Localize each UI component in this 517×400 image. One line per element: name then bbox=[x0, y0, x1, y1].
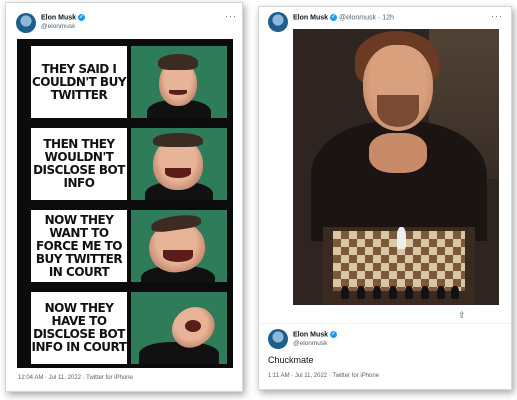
share-icon[interactable]: ⇪ bbox=[458, 310, 466, 321]
divider bbox=[259, 323, 511, 324]
author-handle[interactable]: @elonmusk bbox=[41, 23, 75, 30]
meme-panel-text: NOW THEY WANT TO FORCE ME TO BUY TWITTER… bbox=[31, 210, 127, 282]
tweet-timestamp[interactable]: 12:04 AM · Jul 11, 2022 · Twitter for iP… bbox=[18, 375, 133, 381]
chuck-norris-chess-photo[interactable] bbox=[293, 29, 499, 305]
reply-author-name-text: Elon Musk bbox=[293, 331, 329, 339]
tweet-timestamp[interactable]: 1:11 AM · Jul 11, 2022 · Twitter for iPh… bbox=[268, 373, 379, 379]
reply-author-handle[interactable]: @elonmusk bbox=[293, 340, 327, 347]
author-name[interactable]: Elon Musk ✓ @elonmusk · 12h bbox=[293, 14, 394, 21]
meme-panel-text: NOW THEY HAVE TO DISCLOSE BOT INFO IN CO… bbox=[31, 292, 127, 364]
verified-badge-icon: ✓ bbox=[330, 14, 338, 21]
tweet-text: Chuckmate bbox=[268, 355, 314, 365]
author-name[interactable]: Elon Musk ✓ bbox=[41, 14, 86, 22]
author-name-text: Elon Musk bbox=[41, 14, 77, 22]
meme-panel-1: THEY SAID I COULDN'T BUY TWITTER bbox=[17, 42, 233, 122]
white-king-piece bbox=[397, 227, 406, 249]
reply-avatar[interactable] bbox=[268, 329, 288, 349]
tweet-card-left: Elon Musk ✓ @elonmusk ··· THEY SAID I COU… bbox=[5, 2, 243, 392]
meme-panel-text: THEN THEY WOULDN'T DISCLOSE BOT INFO bbox=[31, 128, 127, 200]
elon-smiling-photo bbox=[131, 46, 227, 118]
verified-badge-icon: ✓ bbox=[330, 331, 338, 338]
tweet-card-right: Elon Musk ✓ @elonmusk · 12h ··· ⇪ Elon Mu… bbox=[258, 6, 512, 390]
avatar[interactable] bbox=[16, 13, 36, 33]
elon-laughing-photo bbox=[131, 128, 227, 200]
reply-author-name[interactable]: Elon Musk ✓ bbox=[293, 331, 338, 339]
elon-laughing-harder-photo bbox=[131, 210, 227, 282]
time-ago[interactable]: · 12h bbox=[378, 14, 394, 21]
meme-panel-2: THEN THEY WOULDN'T DISCLOSE BOT INFO bbox=[17, 124, 233, 204]
elon-head-back-laughing-photo bbox=[131, 292, 227, 364]
author-name-text: Elon Musk bbox=[293, 14, 329, 22]
avatar[interactable] bbox=[268, 12, 288, 32]
meme-panel-3: NOW THEY WANT TO FORCE ME TO BUY TWITTER… bbox=[17, 206, 233, 286]
verified-badge-icon: ✓ bbox=[78, 14, 86, 21]
author-handle-inline: @elonmusk bbox=[338, 14, 377, 22]
meme-panel-4: NOW THEY HAVE TO DISCLOSE BOT INFO IN CO… bbox=[17, 288, 233, 368]
more-options-icon[interactable]: ··· bbox=[491, 11, 503, 21]
meme-image[interactable]: THEY SAID I COULDN'T BUY TWITTER THEN TH… bbox=[17, 39, 233, 368]
meme-panel-text: THEY SAID I COULDN'T BUY TWITTER bbox=[31, 46, 127, 118]
more-options-icon[interactable]: ··· bbox=[225, 11, 237, 21]
